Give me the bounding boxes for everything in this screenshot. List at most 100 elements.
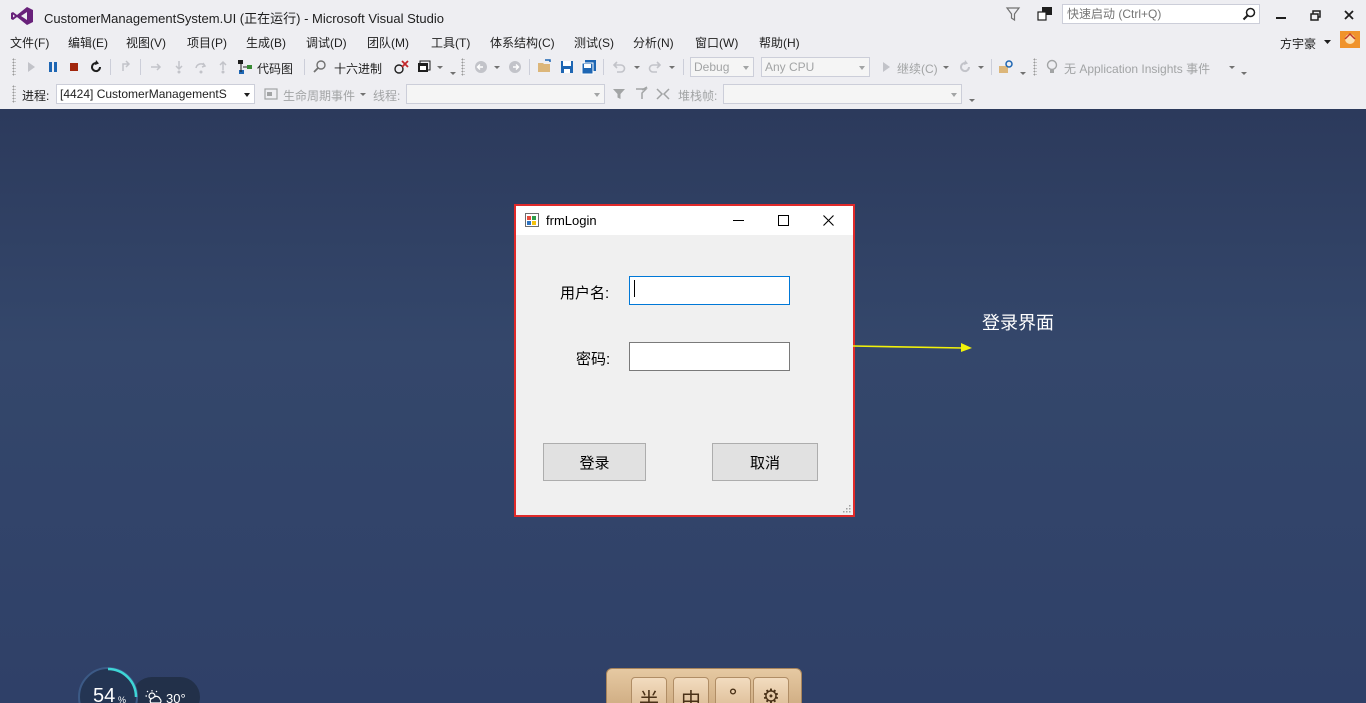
chevron-down-icon[interactable] [634,66,640,69]
ime-language-toggle[interactable]: 中 [673,677,709,703]
menu-help[interactable]: 帮助(H) [759,34,800,51]
restart-icon[interactable] [88,59,104,75]
form-maximize-button[interactable] [761,206,806,235]
save-icon[interactable] [559,59,575,75]
collapse-icon[interactable] [655,86,671,102]
code-map-icon[interactable] [237,59,253,75]
login-title-bar[interactable]: frmLogin [516,206,853,235]
stop-debug-icon[interactable] [66,59,82,75]
find-in-files-icon[interactable] [998,59,1014,75]
hex-display-toggle[interactable]: 十六进制 [334,60,382,77]
refresh-icon[interactable] [957,59,973,75]
application-insights-label[interactable]: 无 Application Insights 事件 [1064,60,1210,77]
continue-icon[interactable] [878,59,894,75]
menu-debug[interactable]: 调试(D) [306,34,347,51]
thread-label: 线程: [373,89,401,103]
window-layout-icon[interactable] [416,59,432,75]
solution-platform-select[interactable]: Any CPU [761,57,870,77]
chevron-down-icon[interactable] [669,66,675,69]
menu-tools[interactable]: 工具(T) [431,34,470,51]
solution-configuration-select[interactable]: Debug [690,57,754,77]
application-insights-icon[interactable] [1044,59,1060,75]
restore-button[interactable] [1298,0,1332,30]
navigate-forward-icon[interactable] [507,59,523,75]
start-debug-icon[interactable] [23,59,39,75]
desktop-background: frmLogin 用户名: 密码: 登录 取消 登录界面 30° 54 % 半 … [0,109,1366,703]
avatar[interactable] [1340,31,1360,48]
ime-punctuation-toggle[interactable]: ° [715,677,751,703]
user-name[interactable]: 方宇豪 [1280,35,1316,52]
flag-icon[interactable] [633,86,649,102]
weather-widget[interactable]: 30° [132,677,200,703]
find-icon[interactable] [312,59,328,75]
chevron-down-icon[interactable] [437,66,443,69]
toolbar-grip[interactable] [1033,58,1037,76]
menu-analyze[interactable]: 分析(N) [633,34,674,51]
menu-view[interactable]: 视图(V) [126,34,166,51]
close-window-button[interactable] [1332,0,1366,30]
menu-architecture[interactable]: 体系结构(C) [490,34,555,51]
process-select[interactable]: [4424] CustomerManagementS [56,84,255,104]
toolbar-overflow-icon[interactable] [1241,72,1247,75]
login-button[interactable]: 登录 [543,443,646,481]
step-out-icon[interactable] [215,59,231,75]
stack-frame-select[interactable] [723,84,962,104]
search-icon[interactable] [1242,7,1256,21]
show-next-statement-icon[interactable] [118,59,134,75]
chevron-down-icon[interactable] [943,66,949,69]
chevron-down-icon[interactable] [360,93,366,96]
menu-file[interactable]: 文件(F) [10,34,49,51]
username-input[interactable] [629,276,790,305]
filter-icon[interactable] [611,86,627,102]
toolbar-grip[interactable] [12,85,16,103]
toolbar-grip[interactable] [12,58,16,76]
ime-settings-button[interactable]: ⚙ [753,677,789,703]
chevron-down-icon[interactable] [1229,66,1235,69]
annotation-label: 登录界面 [982,313,1054,333]
chevron-down-icon[interactable] [494,66,500,69]
form-minimize-button[interactable] [716,206,761,235]
toolbar-overflow-icon[interactable] [450,72,456,75]
ime-toolbar: 半 中 ° ⚙ [606,668,802,703]
performance-widget[interactable]: 30° 54 % [78,667,202,703]
resize-grip-icon[interactable] [841,503,851,513]
step-over-arrow-icon[interactable] [148,59,164,75]
menu-team[interactable]: 团队(M) [367,34,409,51]
feedback-icon[interactable] [1036,6,1054,22]
minimize-button[interactable] [1264,0,1298,30]
quick-launch-box[interactable] [1062,4,1260,24]
save-all-icon[interactable] [581,59,597,75]
toolbar-overflow-icon[interactable] [1020,72,1026,75]
menu-test[interactable]: 测试(S) [574,34,614,51]
form-close-button[interactable] [806,206,851,235]
notification-filter-icon[interactable] [1005,6,1021,22]
quick-launch-input[interactable] [1063,5,1247,23]
toolbar-overflow-icon[interactable] [969,99,975,102]
code-map-label[interactable]: 代码图 [257,60,293,77]
visual-studio-logo-icon [11,7,33,25]
lifecycle-events-label[interactable]: 生命周期事件 [283,87,355,104]
break-all-icon[interactable] [45,59,61,75]
undo-icon[interactable] [611,59,627,75]
open-file-icon[interactable] [537,59,553,75]
ime-half-width-toggle[interactable]: 半 [631,677,667,703]
menu-project[interactable]: 项目(P) [187,34,227,51]
menu-window[interactable]: 窗口(W) [695,34,738,51]
redo-icon[interactable] [647,59,663,75]
text-caret [634,280,635,297]
title-bar: CustomerManagementSystem.UI (正在运行) - Mic… [0,0,1366,31]
exception-settings-icon[interactable] [393,59,409,75]
chevron-down-icon[interactable] [978,66,984,69]
step-over-icon[interactable] [193,59,209,75]
step-into-icon[interactable] [171,59,187,75]
cancel-button[interactable]: 取消 [712,443,818,481]
password-input[interactable] [629,342,790,371]
chevron-down-icon[interactable] [1324,40,1331,44]
thread-select[interactable] [406,84,605,104]
lifecycle-events-icon[interactable] [263,86,279,102]
continue-button[interactable]: 继续(C) [897,60,938,77]
menu-edit[interactable]: 编辑(E) [68,34,108,51]
toolbar-grip[interactable] [461,58,465,76]
menu-build[interactable]: 生成(B) [246,34,286,51]
navigate-back-icon[interactable] [473,59,489,75]
